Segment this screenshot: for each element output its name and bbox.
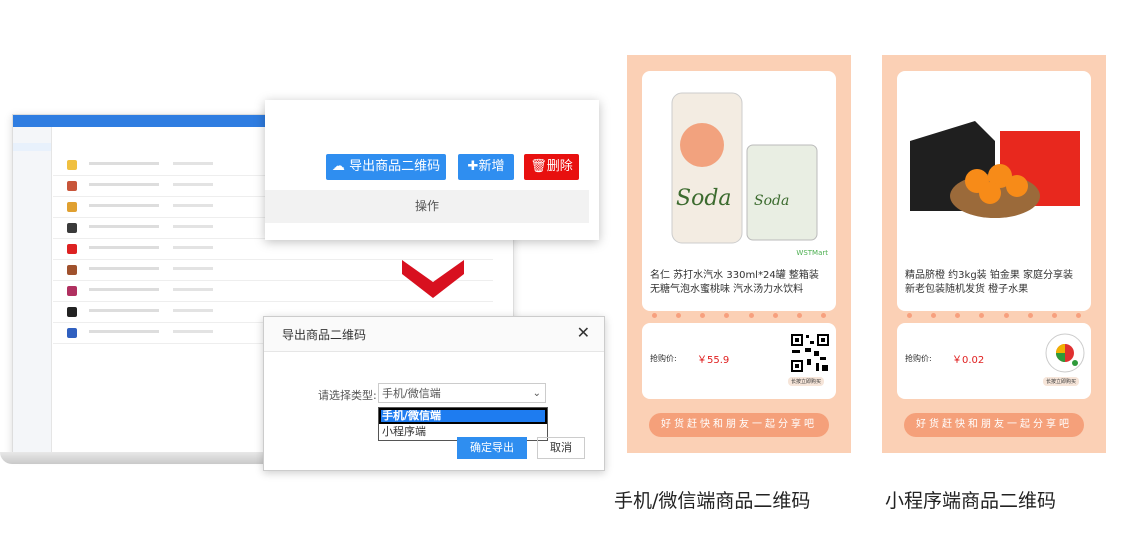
type-label: 请选择类型:: [318, 389, 377, 402]
chevron-down-icon: ⌄: [532, 388, 541, 399]
price-label: 抢购价:: [905, 354, 932, 363]
cloud-download-icon: ☁: [331, 159, 345, 174]
plus-icon: ✚: [467, 159, 479, 174]
qrcode-icon: [790, 333, 830, 373]
export-label: 导出商品二维码: [349, 159, 441, 174]
cancel-button[interactable]: 取消: [537, 437, 585, 459]
operation-column-header: 操作: [265, 190, 589, 223]
price-card: 抢购价: ￥0.02 长按立即购买: [897, 323, 1091, 399]
export-dialog: 导出商品二维码 ✕ 请选择类型: 手机/微信端 ⌄ 手机/微信端 小程序端 确定…: [263, 316, 605, 471]
product-name: 名仁 苏打水汽水 330ml*24罐 整箱装 无糖气泡水蜜桃味 汽水汤力水饮料: [650, 270, 819, 295]
svg-text:Soda: Soda: [676, 186, 732, 211]
type-select-value: 手机/微信端: [382, 387, 441, 400]
delete-label: 删除: [546, 159, 573, 174]
add-button[interactable]: ✚新增: [458, 154, 514, 180]
dialog-title: 导出商品二维码: [282, 328, 367, 342]
poster-mini-program: 精品脐橙 约3kg装 铂金果 家庭分享装 新老包装随机发货 橙子水果 抢购价: …: [882, 55, 1106, 453]
add-label: 新增: [478, 159, 505, 174]
poster-mobile: Soda Soda WSTMart 名仁 苏打水汽水 330ml*24罐 整箱装…: [627, 55, 851, 453]
delete-button[interactable]: 🗑删除: [524, 154, 579, 180]
price-card: 抢购价: ￥55.9 长按立即购买: [642, 323, 836, 399]
press-to-buy: 长按立即购买: [788, 377, 825, 386]
close-icon[interactable]: ✕: [577, 323, 590, 342]
press-to-buy: 长按立即购买: [1043, 377, 1080, 386]
type-select[interactable]: 手机/微信端 ⌄: [378, 383, 546, 403]
orange-box-image: [910, 121, 1080, 218]
decor-dots: [642, 313, 836, 323]
share-banner: 好货赶快和朋友一起分享吧: [649, 413, 829, 437]
caption-mini-program: 小程序端商品二维码: [885, 490, 1057, 512]
confirm-export-button[interactable]: 确定导出: [457, 437, 527, 459]
dialog-header: 导出商品二维码 ✕: [264, 317, 604, 352]
price-label: 抢购价:: [650, 354, 677, 363]
soda-can-image: Soda Soda: [671, 92, 818, 244]
export-qrcode-button[interactable]: ☁ 导出商品二维码: [326, 154, 446, 180]
option-mobile-wechat[interactable]: 手机/微信端: [379, 408, 547, 424]
product-card: 精品脐橙 约3kg装 铂金果 家庭分享装 新老包装随机发货 橙子水果: [897, 71, 1091, 311]
svg-text:Soda: Soda: [754, 193, 789, 209]
table-row: [53, 239, 493, 260]
product-name: 精品脐橙 约3kg装 铂金果 家庭分享装 新老包装随机发货 橙子水果: [905, 270, 1074, 295]
toolbar-zoom: ☁ 导出商品二维码 ✚新增 🗑删除 操作: [265, 100, 599, 240]
price-value: ￥55.9: [697, 355, 730, 366]
share-banner: 好货赶快和朋友一起分享吧: [904, 413, 1084, 437]
caption-mobile: 手机/微信端商品二维码: [614, 490, 811, 512]
chevron-down-icon: [402, 260, 464, 298]
product-card: Soda Soda WSTMart 名仁 苏打水汽水 330ml*24罐 整箱装…: [642, 71, 836, 311]
brand-label: WSTMart: [796, 249, 828, 257]
miniprogram-code-icon: [1045, 333, 1085, 373]
admin-sidebar: [13, 127, 52, 455]
type-options: 手机/微信端 小程序端: [378, 407, 548, 441]
price-value: ￥0.02: [952, 355, 985, 366]
decor-dots: [897, 313, 1091, 323]
trash-icon: 🗑: [530, 159, 547, 174]
